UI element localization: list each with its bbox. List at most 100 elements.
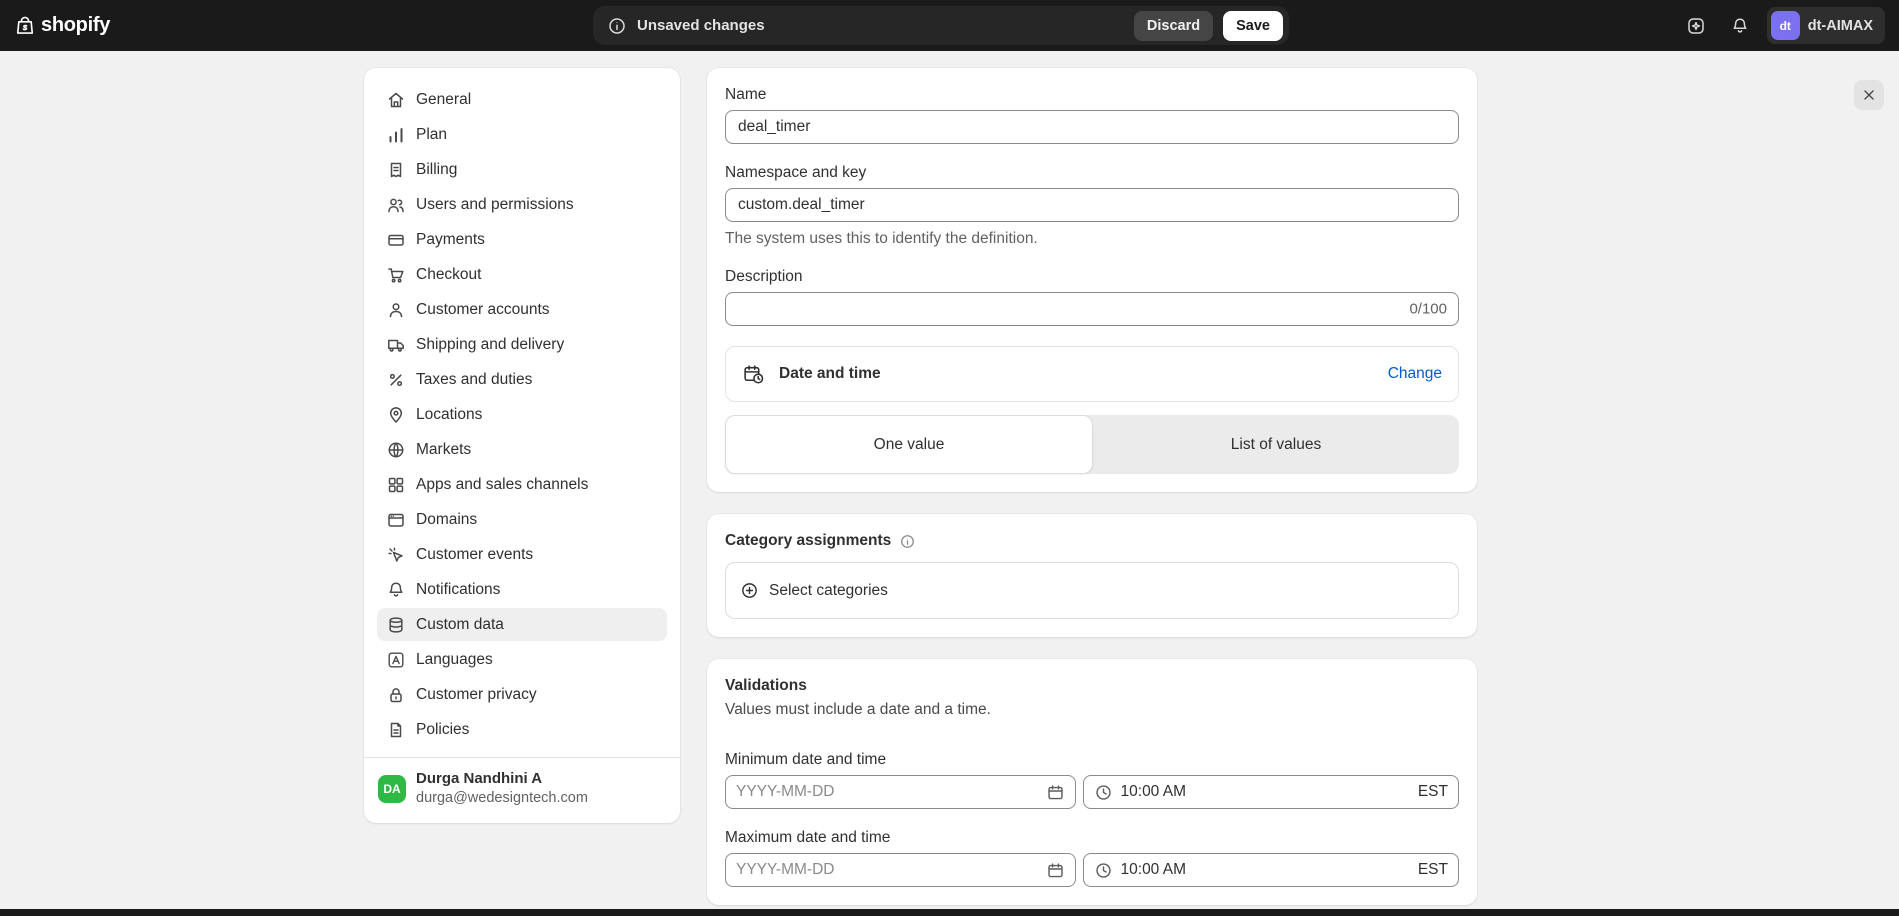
sidebar-item-apps-and-sales-channels[interactable]: Apps and sales channels [377,468,667,501]
sidebar-item-label: Markets [416,441,471,459]
globe-icon [386,440,406,460]
plan-icon [386,125,406,145]
sidebar-item-customer-privacy[interactable]: Customer privacy [377,678,667,711]
date-time-icon [742,363,765,386]
sidebar-item-label: Apps and sales channels [416,476,588,494]
sidebar-item-label: Custom data [416,616,504,634]
sidebar-item-label: Users and permissions [416,196,574,214]
cart-icon [386,265,406,285]
sidekick-button[interactable] [1679,9,1713,43]
sidebar-item-notifications[interactable]: Notifications [377,573,667,606]
sidebar-item-checkout[interactable]: Checkout [377,258,667,291]
min-date-input[interactable] [736,783,1038,801]
cursor-icon [386,545,406,565]
timezone-label: EST [1418,861,1448,879]
store-icon [386,90,406,110]
document-icon [386,720,406,740]
list-of-values-tab[interactable]: List of values [1093,415,1459,474]
minimum-date-time-label: Minimum date and time [725,751,1459,769]
store-menu[interactable]: dt dt-AIMAX [1767,7,1885,44]
sidebar-item-label: Billing [416,161,457,179]
sidebar-item-label: Customer privacy [416,686,537,704]
character-counter: 0/100 [1409,301,1447,318]
store-name: dt-AIMAX [1808,18,1873,34]
maximum-date-time-row: EST [725,853,1459,887]
sidebar-item-taxes-and-duties[interactable]: Taxes and duties [377,363,667,396]
definition-card: Name Namespace and key The system uses t… [707,68,1477,492]
validations-title: Validations [725,677,807,694]
unsaved-changes-bar: Unsaved changes Discard Save [593,6,1289,45]
sidebar-user[interactable]: DA Durga Nandhini A durga@wedesigntech.c… [364,757,680,823]
namespace-input[interactable] [725,188,1459,222]
sidebar-item-label: Payments [416,231,485,249]
category-assignments-card: Category assignments Select categories [707,514,1477,637]
calendar-icon[interactable] [1046,783,1065,802]
sidebar-item-users-and-permissions[interactable]: Users and permissions [377,188,667,221]
max-time-input[interactable] [1121,861,1410,879]
sidebar-item-policies[interactable]: Policies [377,713,667,746]
info-icon [607,16,627,36]
maximum-date-time-label: Maximum date and time [725,829,1459,847]
description-input[interactable] [725,292,1459,326]
bottom-edge-bar [0,909,1899,916]
sidebar-item-label: Checkout [416,266,481,284]
grid-icon [386,475,406,495]
select-categories-button[interactable]: Select categories [725,562,1459,619]
sidebar-item-locations[interactable]: Locations [377,398,667,431]
users-icon [386,195,406,215]
save-button[interactable]: Save [1223,11,1283,41]
sidebar-item-billing[interactable]: Billing [377,153,667,186]
topbar-actions: dt dt-AIMAX [1679,7,1885,44]
browser-icon [386,510,406,530]
calendar-icon[interactable] [1046,861,1065,880]
select-categories-label: Select categories [769,582,888,600]
sidebar-item-label: Taxes and duties [416,371,532,389]
sidebar-item-domains[interactable]: Domains [377,503,667,536]
min-time-field: EST [1083,775,1459,809]
sidebar-item-label: General [416,91,471,109]
minimum-date-time-row: EST [725,775,1459,809]
translate-icon [386,650,406,670]
sidebar-item-custom-data[interactable]: Custom data [377,608,667,641]
sidebar-item-plan[interactable]: Plan [377,118,667,151]
bell-icon [386,580,406,600]
one-value-tab[interactable]: One value [725,415,1093,474]
validations-subtitle: Values must include a date and a time. [725,701,1459,719]
min-time-input[interactable] [1121,783,1410,801]
discard-button[interactable]: Discard [1134,11,1213,41]
sidebar-item-label: Locations [416,406,482,424]
sidebar-item-label: Customer events [416,546,533,564]
min-date-field [725,775,1076,809]
sidebar-item-label: Domains [416,511,477,529]
unsaved-changes-text: Unsaved changes [637,17,765,34]
close-button[interactable] [1854,80,1884,110]
sidebar-item-customer-accounts[interactable]: Customer accounts [377,293,667,326]
sidebar-item-general[interactable]: General [377,83,667,116]
content-type-row: Date and time Change [725,346,1459,402]
settings-nav: General Plan Billing Users and permissio… [364,68,680,748]
topbar: shopify Unsaved changes Discard Save dt … [0,0,1899,51]
sidebar-item-payments[interactable]: Payments [377,223,667,256]
namespace-label: Namespace and key [725,164,1459,182]
sidebar-item-label: Languages [416,651,493,669]
sidebar-item-languages[interactable]: Languages [377,643,667,676]
notifications-button[interactable] [1723,9,1757,43]
sidebar-item-label: Customer accounts [416,301,550,319]
percent-icon [386,370,406,390]
billing-icon [386,160,406,180]
change-type-link[interactable]: Change [1388,365,1442,383]
name-input[interactable] [725,110,1459,144]
store-avatar: dt [1771,11,1800,40]
content-type-label: Date and time [779,365,881,383]
max-date-input[interactable] [736,861,1038,879]
close-icon [1861,87,1877,103]
sidebar-item-markets[interactable]: Markets [377,433,667,466]
brand-wordmark: shopify [41,14,110,37]
user-avatar: DA [378,775,406,803]
sidebar-item-shipping-and-delivery[interactable]: Shipping and delivery [377,328,667,361]
info-icon[interactable] [899,533,916,550]
sidebar-item-customer-events[interactable]: Customer events [377,538,667,571]
user-email: durga@wedesigntech.com [416,789,588,807]
cardinality-segmented-control: One value List of values [725,415,1459,474]
timezone-label: EST [1418,783,1448,801]
